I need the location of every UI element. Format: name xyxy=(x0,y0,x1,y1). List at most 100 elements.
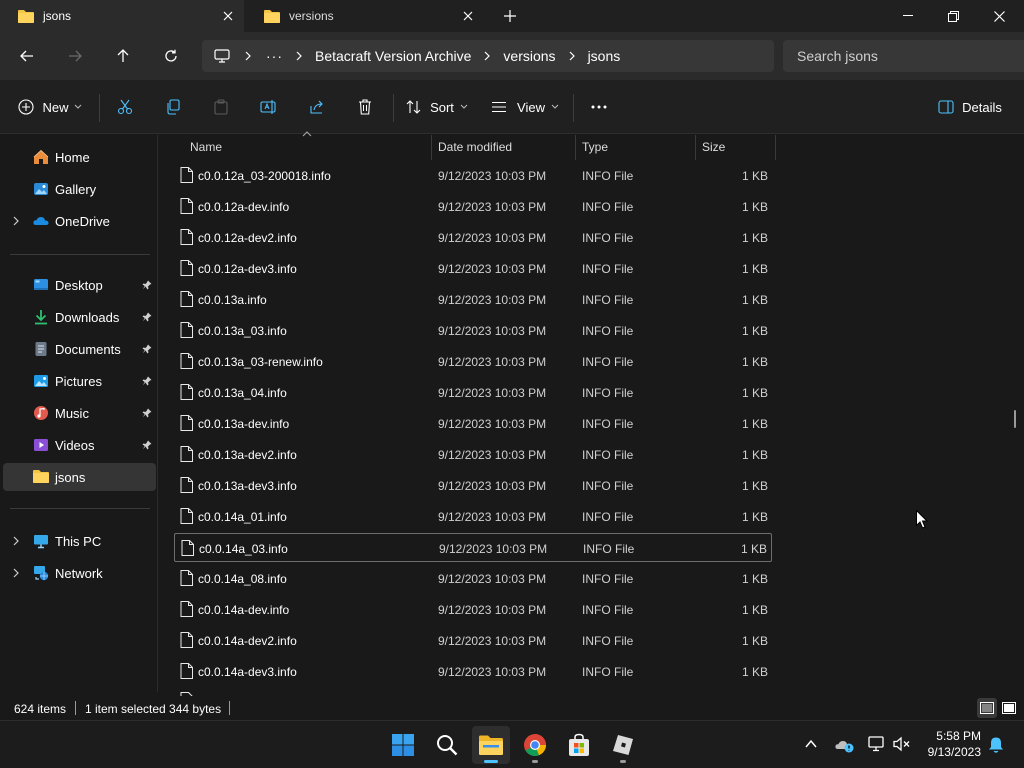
file-icon xyxy=(180,508,193,524)
address-bar[interactable]: ··· Betacraft Version Archive versions j… xyxy=(202,40,774,72)
file-size: 1 KB xyxy=(741,510,768,524)
pin-icon[interactable] xyxy=(142,376,152,386)
taskbar-microsoft-store[interactable] xyxy=(560,726,598,764)
chevron-right-icon[interactable] xyxy=(12,216,20,226)
rename-button[interactable] xyxy=(254,92,284,122)
column-header-date[interactable]: Date modified xyxy=(438,140,512,154)
table-row[interactable]: c0.0.14a_08.info 9/12/2023 10:03 PM INFO F… xyxy=(174,564,772,593)
table-row[interactable]: c0.0.14a-dev2.info 9/12/2023 10:03 PM INFO… xyxy=(174,626,772,655)
pin-icon[interactable] xyxy=(142,408,152,418)
maximize-button[interactable] xyxy=(930,0,976,32)
column-divider[interactable] xyxy=(775,135,776,160)
taskbar-search-button[interactable] xyxy=(428,726,466,764)
sidebar-item-onedrive[interactable]: OneDrive xyxy=(0,207,156,235)
table-row[interactable]: c0.0.12a-dev2.info 9/12/2023 10:03 PM INFO… xyxy=(174,223,772,252)
sidebar-item-videos[interactable]: Videos xyxy=(0,431,156,459)
table-row[interactable]: c0.0.14a-dev3.info 9/12/2023 10:03 PM INFO… xyxy=(174,657,772,686)
new-tab-button[interactable] xyxy=(496,2,524,30)
minimize-button[interactable] xyxy=(885,0,931,32)
sort-button[interactable]: Sort xyxy=(404,92,470,122)
table-row[interactable]: c0.0.13a_03-renew.info 9/12/2023 10:03 PM… xyxy=(174,347,772,376)
sidebar-item-network[interactable]: Network xyxy=(0,559,156,587)
forward-button[interactable] xyxy=(59,40,91,72)
table-row[interactable]: c0.0.13a-dev.info 9/12/2023 10:03 PM INFO … xyxy=(174,409,772,438)
tab-jsons[interactable]: jsons xyxy=(0,0,244,32)
taskbar-file-explorer[interactable] xyxy=(472,726,510,764)
vertical-scrollbar-thumb[interactable] xyxy=(1014,410,1016,428)
column-divider[interactable] xyxy=(575,135,576,160)
network-tray-button[interactable] xyxy=(868,736,886,752)
delete-button[interactable] xyxy=(350,92,380,122)
overflow-breadcrumb-icon[interactable]: ··· xyxy=(266,48,283,64)
column-divider[interactable] xyxy=(695,135,696,160)
chevron-right-icon[interactable] xyxy=(244,51,252,61)
chevron-right-icon[interactable] xyxy=(12,568,20,578)
table-row[interactable]: c0.0.13a-dev2.info 9/12/2023 10:03 PM INFO… xyxy=(174,440,772,469)
sidebar-item-desktop[interactable]: Desktop xyxy=(0,271,156,299)
table-row[interactable]: c0.0.14a_03.info 9/12/2023 10:03 PM INFO F… xyxy=(174,533,772,562)
sidebar-item-thispc[interactable]: This PC xyxy=(0,527,156,555)
pin-icon[interactable] xyxy=(142,440,152,450)
sidebar-item-jsons[interactable]: jsons xyxy=(3,463,156,491)
chevron-right-icon[interactable] xyxy=(12,536,20,546)
show-hidden-icons-button[interactable] xyxy=(804,735,818,753)
refresh-button[interactable] xyxy=(155,40,187,72)
windows-start-button[interactable] xyxy=(384,726,422,764)
monitor-icon[interactable] xyxy=(214,49,230,63)
view-button[interactable]: View xyxy=(490,92,560,122)
taskbar-chrome[interactable] xyxy=(516,726,554,764)
column-divider[interactable] xyxy=(431,135,432,160)
breadcrumb-betacraft[interactable]: Betacraft Version Archive xyxy=(315,48,471,64)
column-header-name[interactable]: Name xyxy=(190,140,222,154)
table-row[interactable]: c0.0.14a_01.info 9/12/2023 10:03 PM INFO F… xyxy=(174,502,772,531)
table-row[interactable]: c0.0.13a_04.info 9/12/2023 10:03 PM INFO F… xyxy=(174,378,772,407)
table-row[interactable]: c0.0.13a-dev3.info 9/12/2023 10:03 PM INFO… xyxy=(174,471,772,500)
tiles-view-button[interactable] xyxy=(999,698,1019,718)
file-icon xyxy=(180,260,193,276)
column-header-size[interactable]: Size xyxy=(702,140,725,154)
back-button[interactable] xyxy=(11,40,43,72)
table-row[interactable]: c0.0.13a_03.info 9/12/2023 10:03 PM INFO F… xyxy=(174,316,772,345)
details-button[interactable]: Details xyxy=(934,92,1006,122)
breadcrumb-jsons[interactable]: jsons xyxy=(588,48,621,64)
search-input[interactable]: Search jsons xyxy=(783,40,1024,72)
chevron-right-icon[interactable] xyxy=(295,51,303,61)
table-row[interactable]: c0.0.14a-dev.info 9/12/2023 10:03 PM INFO … xyxy=(174,595,772,624)
more-options-button[interactable] xyxy=(584,92,614,122)
table-row[interactable]: c0.0.12a-dev.info 9/12/2023 10:03 PM INFO … xyxy=(174,192,772,221)
new-button[interactable]: New xyxy=(14,92,86,122)
close-tab-icon[interactable] xyxy=(452,0,484,32)
close-window-button[interactable] xyxy=(976,0,1022,32)
breadcrumb-versions[interactable]: versions xyxy=(503,48,555,64)
paste-button[interactable] xyxy=(206,92,236,122)
table-row[interactable]: c0.0.12a_03-200018.info 9/12/2023 10:03 P… xyxy=(174,161,772,190)
table-row[interactable]: c0.0.12a-dev3.info 9/12/2023 10:03 PM INFO… xyxy=(174,254,772,283)
file-size: 1 KB xyxy=(741,200,768,214)
chevron-right-icon[interactable] xyxy=(568,51,576,61)
share-button[interactable] xyxy=(302,92,332,122)
clock-time[interactable]: 5:58 PM xyxy=(936,729,981,743)
sidebar-item-gallery[interactable]: Gallery xyxy=(0,175,156,203)
pin-icon[interactable] xyxy=(142,344,152,354)
details-view-button[interactable] xyxy=(977,698,997,718)
taskbar-roblox[interactable] xyxy=(604,726,642,764)
sidebar-item-pictures[interactable]: Pictures xyxy=(0,367,156,395)
sidebar-item-home[interactable]: Home xyxy=(0,143,156,171)
up-button[interactable] xyxy=(107,40,139,72)
clock-date[interactable]: 9/13/2023 xyxy=(928,745,981,759)
sidebar-item-documents[interactable]: Documents xyxy=(0,335,156,363)
cut-button[interactable] xyxy=(110,92,140,122)
table-row[interactable]: c0.0.13a.info 9/12/2023 10:03 PM INFO File… xyxy=(174,285,772,314)
chevron-right-icon[interactable] xyxy=(483,51,491,61)
sidebar-item-downloads[interactable]: Downloads xyxy=(0,303,156,331)
pin-icon[interactable] xyxy=(142,280,152,290)
pin-icon[interactable] xyxy=(142,312,152,322)
close-tab-icon[interactable] xyxy=(212,0,244,32)
sidebar-item-music[interactable]: Music xyxy=(0,399,156,427)
copy-button[interactable] xyxy=(158,92,188,122)
notifications-button[interactable] xyxy=(988,736,1004,754)
tab-versions[interactable]: versions xyxy=(246,0,484,32)
onedrive-tray-button[interactable] xyxy=(835,736,855,754)
volume-tray-button[interactable] xyxy=(893,736,911,752)
column-header-type[interactable]: Type xyxy=(582,140,608,154)
